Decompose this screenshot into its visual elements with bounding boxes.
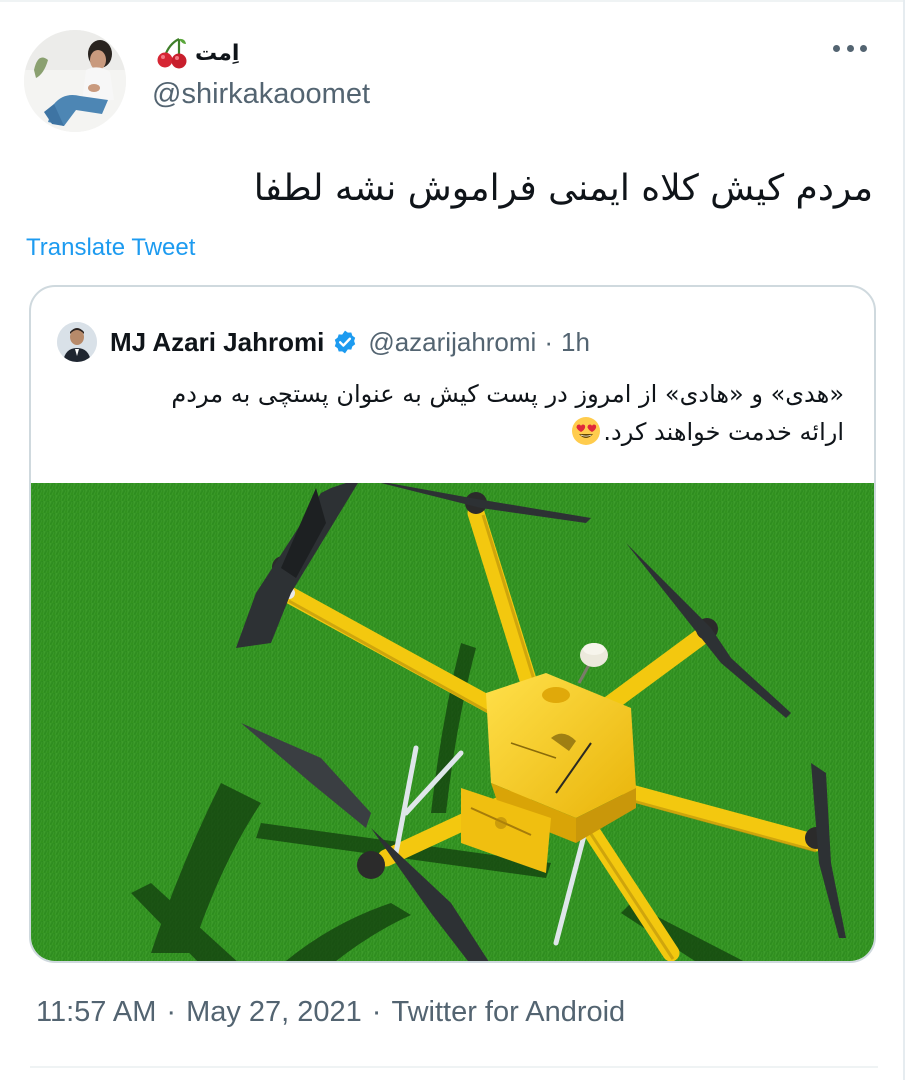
dot — [833, 44, 840, 52]
cherries-icon — [157, 38, 187, 69]
tweet-source[interactable]: Twitter for Android — [391, 996, 625, 1029]
author-avatar-image — [24, 30, 126, 132]
more-options-icon[interactable] — [833, 38, 867, 58]
quoted-tweet-text: «هدی» و «هادی» از امروز در پست کیش به عن… — [84, 375, 844, 451]
tweet-text: مردم کیش کلاه ایمنی فراموش نشه لطفا — [253, 168, 873, 209]
dot — [846, 44, 854, 52]
quoted-text-line-2: ارائه خدمت خواهند کرد. — [84, 413, 844, 451]
quoted-author-handle: @azarijahromi — [368, 326, 537, 357]
quoted-tweet-header: MJ Azari Jahromi @azarijahromi · 1h — [57, 320, 590, 364]
author-avatar[interactable] — [24, 30, 126, 132]
header-separator: · — [544, 326, 553, 357]
verified-badge-icon — [335, 330, 356, 354]
quoted-author-name: MJ Azari Jahromi — [110, 326, 325, 357]
tweet-date[interactable]: May 27, 2021 — [186, 996, 362, 1029]
meta-separator-2: · — [371, 996, 382, 1028]
tweet-meta: 11:57 AM · May 27, 2021 · Twitter for An… — [36, 996, 625, 1029]
quoted-text-line: «هدی» و «هادی» از امروز در پست کیش به عن… — [171, 380, 844, 408]
smiling-face-with-heart-eyes-icon — [572, 417, 601, 445]
quoted-tweet-card[interactable]: MJ Azari Jahromi @azarijahromi · 1h «هدی… — [29, 285, 876, 963]
meta-separator: · — [166, 996, 177, 1028]
dot — [860, 44, 867, 52]
quoted-text-line-2-text: ارائه خدمت خواهند کرد. — [603, 418, 844, 446]
drone-photo[interactable] — [31, 483, 876, 963]
author-display-name: اِمت — [195, 40, 240, 66]
quoted-author-avatar[interactable] — [57, 322, 97, 362]
top-divider — [0, 0, 905, 2]
quoted-tweet-time[interactable]: 1h — [561, 327, 590, 358]
tweet-time[interactable]: 11:57 AM — [36, 996, 156, 1029]
author-display-name-row[interactable]: اِمت — [155, 36, 239, 70]
author-handle[interactable]: @shirkakaoomet — [152, 78, 370, 111]
bottom-divider — [30, 1066, 878, 1068]
quoted-avatar-image — [57, 322, 97, 362]
translate-tweet-link[interactable]: Translate Tweet — [26, 234, 195, 262]
